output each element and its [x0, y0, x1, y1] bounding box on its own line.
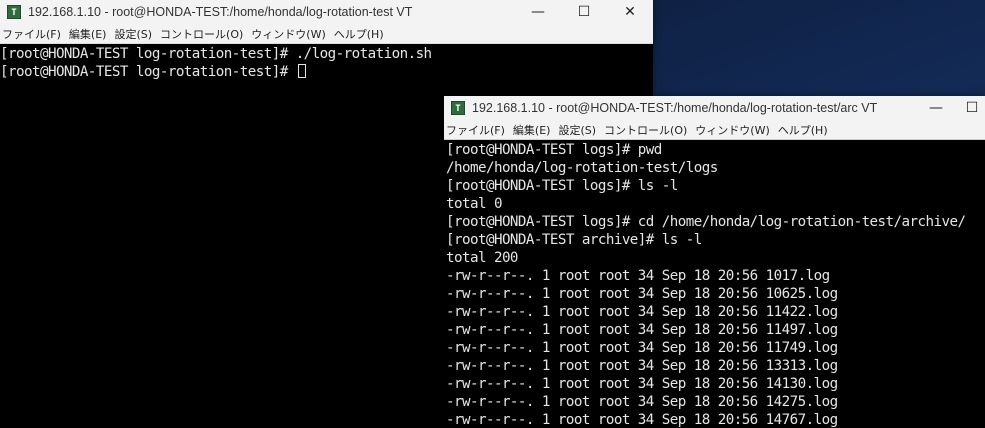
menu-setup[interactable]: 設定(S) [112, 26, 158, 42]
menu-help[interactable]: ヘルプ(H) [776, 122, 834, 138]
menu-file[interactable]: ファイル(F) [0, 26, 67, 42]
file-listing-row: -rw-r--r--. 1 root root 34 Sep 18 20:56 … [446, 304, 838, 320]
menu-window[interactable]: ウィンドウ(W) [249, 26, 331, 42]
title-bar[interactable]: T 192.168.1.10 - root@HONDA-TEST:/home/h… [0, 0, 653, 24]
menu-file[interactable]: ファイル(F) [444, 122, 511, 138]
minimize-button[interactable]: — [913, 96, 959, 120]
prompt-text: [root@HONDA-TEST log-rotation-test]# [0, 64, 296, 80]
file-listing-row: -rw-r--r--. 1 root root 34 Sep 18 20:56 … [446, 394, 838, 410]
close-button[interactable]: ✕ [607, 0, 653, 24]
teraterm-app-icon[interactable]: T [451, 101, 465, 115]
maximize-button[interactable]: ☐ [561, 0, 607, 24]
terminal-line: [root@HONDA-TEST logs]# pwd [446, 142, 662, 158]
minimize-button[interactable]: — [515, 0, 561, 24]
file-listing-row: -rw-r--r--. 1 root root 34 Sep 18 20:56 … [446, 322, 838, 338]
maximize-button[interactable]: ☐ [959, 96, 985, 120]
text-cursor [297, 64, 306, 78]
menu-control[interactable]: コントロール(O) [602, 122, 693, 138]
terminal-line: total 0 [446, 196, 503, 212]
terminal-prompt-line: [root@HONDA-TEST log-rotation-test]# [0, 63, 653, 81]
menu-control[interactable]: コントロール(O) [158, 26, 249, 42]
teraterm-app-icon[interactable]: T [7, 5, 21, 19]
menu-bar: ファイル(F) 編集(E) 設定(S) コントロール(O) ウィンドウ(W) ヘ… [444, 120, 985, 140]
terminal-line: total 200 [446, 250, 518, 266]
window-title: 192.168.1.10 - root@HONDA-TEST:/home/hon… [472, 101, 878, 115]
menu-help[interactable]: ヘルプ(H) [332, 26, 390, 42]
terminal-output[interactable]: [root@HONDA-TEST logs]# pwd /home/honda/… [444, 141, 985, 428]
terminal-line: /home/honda/log-rotation-test/logs [446, 160, 718, 176]
terminal-line: [root@HONDA-TEST logs]# ls -l [446, 178, 678, 194]
file-listing-row: -rw-r--r--. 1 root root 34 Sep 18 20:56 … [446, 286, 838, 302]
file-listing-row: -rw-r--r--. 1 root root 34 Sep 18 20:56 … [446, 358, 838, 374]
file-listing-row: -rw-r--r--. 1 root root 34 Sep 18 20:56 … [446, 268, 830, 284]
terminal-line: [root@HONDA-TEST archive]# ls -l [446, 232, 702, 248]
window-title: 192.168.1.10 - root@HONDA-TEST:/home/hon… [28, 5, 413, 19]
terminal-line: [root@HONDA-TEST logs]# cd /home/honda/l… [446, 214, 966, 230]
file-listing-row: -rw-r--r--. 1 root root 34 Sep 18 20:56 … [446, 376, 838, 392]
menu-edit[interactable]: 編集(E) [511, 122, 557, 138]
terminal-line: [root@HONDA-TEST log-rotation-test]# ./l… [0, 46, 432, 62]
menu-window[interactable]: ウィンドウ(W) [693, 122, 775, 138]
terminal-window-archive[interactable]: T 192.168.1.10 - root@HONDA-TEST:/home/h… [444, 96, 985, 428]
file-listing-row: -rw-r--r--. 1 root root 34 Sep 18 20:56 … [446, 340, 838, 356]
file-listing-row: -rw-r--r--. 1 root root 34 Sep 18 20:56 … [446, 412, 838, 428]
menu-bar: ファイル(F) 編集(E) 設定(S) コントロール(O) ウィンドウ(W) ヘ… [0, 24, 653, 44]
menu-edit[interactable]: 編集(E) [67, 26, 113, 42]
title-bar[interactable]: T 192.168.1.10 - root@HONDA-TEST:/home/h… [444, 96, 985, 120]
menu-setup[interactable]: 設定(S) [556, 122, 602, 138]
